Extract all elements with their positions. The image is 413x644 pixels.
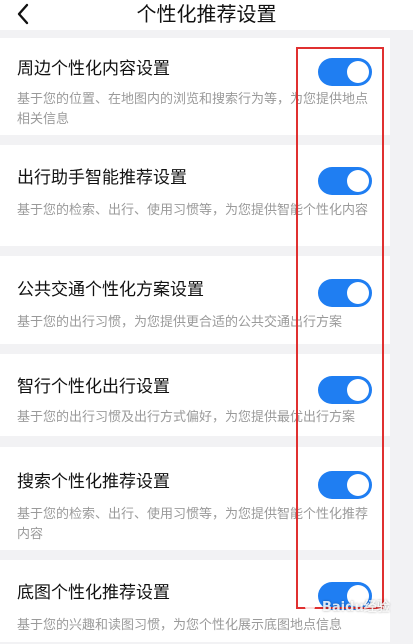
toggle-switch-search[interactable] (318, 471, 372, 499)
setting-card-base-map: 底图个性化推荐设置 基于您的兴趣和读图习惯，为您个性化展示底图地点信息 (0, 560, 390, 642)
toggle-knob (347, 585, 369, 607)
setting-description: 基于您的位置、在地图内的浏览和搜索行为等，为您提供地点相关信息 (17, 92, 369, 127)
toggle-knob (347, 379, 369, 401)
setting-description: 基于您的出行习惯，为您提供更合适的公共交通出行方案 (17, 315, 343, 330)
setting-card-search: 搜索个性化推荐设置 基于您的检索、出行、使用习惯等，为您提供智能个性化推荐内容 (0, 447, 390, 550)
toggle-switch-travel-assistant[interactable] (318, 167, 372, 195)
setting-description: 基于您的检索、出行、使用习惯等，为您提供智能个性化内容 (17, 203, 369, 218)
setting-card-smart-travel: 智行个性化出行设置 基于您的出行习惯及出行方式偏好，为您提供最优出行方案 (0, 354, 390, 436)
setting-card-nearby: 周边个性化内容设置 基于您的位置、在地图内的浏览和搜索行为等，为您提供地点相关信… (0, 38, 390, 135)
toggle-knob (347, 61, 369, 83)
toggle-switch-public-transit[interactable] (318, 279, 372, 307)
toggle-knob (347, 170, 369, 192)
setting-title: 公共交通个性化方案设置 (17, 280, 204, 300)
setting-title: 出行助手智能推荐设置 (17, 168, 187, 188)
settings-list: 周边个性化内容设置 基于您的位置、在地图内的浏览和搜索行为等，为您提供地点相关信… (0, 38, 413, 642)
app-header: 个性化推荐设置 (0, 0, 413, 30)
setting-title: 智行个性化出行设置 (17, 377, 170, 397)
setting-title: 周边个性化内容设置 (17, 59, 170, 79)
setting-title: 搜索个性化推荐设置 (17, 472, 170, 492)
toggle-switch-base-map[interactable] (318, 582, 372, 610)
setting-card-travel-assistant: 出行助手智能推荐设置 基于您的检索、出行、使用习惯等，为您提供智能个性化内容 (0, 145, 390, 246)
toggle-knob (347, 282, 369, 304)
page-title: 个性化推荐设置 (136, 2, 277, 26)
setting-description: 基于您的出行习惯及出行方式偏好，为您提供最优出行方案 (17, 410, 356, 425)
setting-title: 底图个性化推荐设置 (17, 583, 170, 603)
setting-description: 基于您的检索、出行、使用习惯等，为您提供智能个性化推荐内容 (17, 507, 369, 542)
toggle-switch-smart-travel[interactable] (318, 376, 372, 404)
toggle-switch-nearby[interactable] (318, 58, 372, 86)
setting-card-public-transit: 公共交通个性化方案设置 基于您的出行习惯，为您提供更合适的公共交通出行方案 (0, 256, 390, 344)
toggle-knob (347, 474, 369, 496)
setting-description: 基于您的兴趣和读图习惯，为您个性化展示底图地点信息 (17, 618, 343, 633)
